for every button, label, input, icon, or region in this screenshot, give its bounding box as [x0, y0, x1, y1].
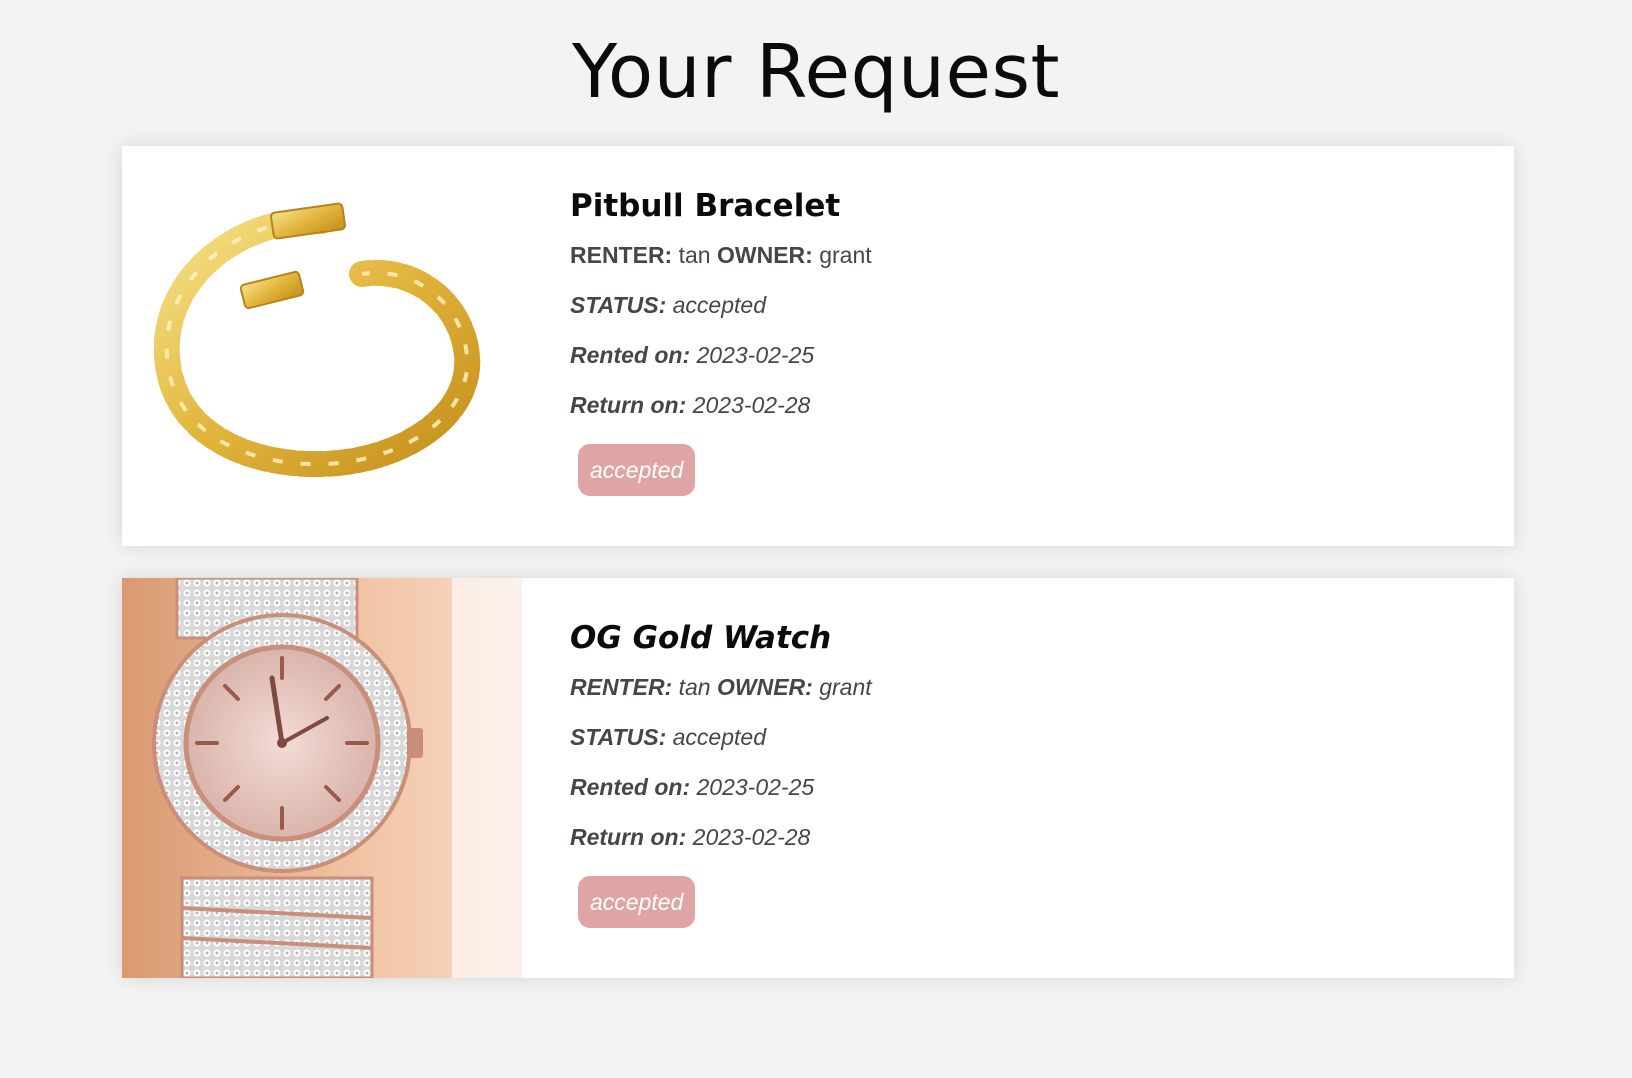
watch-image — [122, 578, 522, 978]
request-details: OG Gold Watch RENTER: tan OWNER: grant S… — [570, 616, 872, 928]
return-on-value: 2023-02-28 — [692, 392, 811, 418]
owner-label: OWNER: — [717, 242, 813, 268]
request-card: OG Gold Watch RENTER: tan OWNER: grant S… — [122, 578, 1514, 978]
request-details: Pitbull Bracelet RENTER: tan OWNER: gran… — [570, 184, 872, 496]
renter-owner-line: RENTER: tan OWNER: grant — [570, 240, 872, 290]
return-on-label: Return on: — [570, 392, 687, 418]
renter-value: tan — [678, 674, 711, 700]
return-on-label: Return on: — [570, 824, 687, 850]
rented-on-line: Rented on: 2023-02-25 — [570, 772, 872, 822]
status-badge-button[interactable]: accepted — [578, 444, 696, 496]
item-title: OG Gold Watch — [570, 620, 832, 656]
request-card: Pitbull Bracelet RENTER: tan OWNER: gran… — [122, 146, 1514, 546]
renter-owner-line: RENTER: tan OWNER: grant — [570, 672, 872, 722]
diamond-wrist-watch-icon — [122, 578, 522, 978]
rented-on-line: Rented on: 2023-02-25 — [570, 340, 872, 390]
owner-value: grant — [819, 242, 872, 268]
rented-on-value: 2023-02-25 — [696, 342, 815, 368]
renter-label: RENTER: — [570, 674, 673, 700]
return-on-line: Return on: 2023-02-28 — [570, 390, 872, 440]
request-list: Pitbull Bracelet RENTER: tan OWNER: gran… — [122, 146, 1514, 1010]
page-title: Your Request — [571, 29, 1061, 115]
item-title: Pitbull Bracelet — [570, 188, 841, 224]
rented-on-value: 2023-02-25 — [696, 774, 815, 800]
status-label: STATUS: — [570, 292, 667, 318]
owner-label: OWNER: — [717, 674, 813, 700]
status-line: STATUS: accepted — [570, 290, 872, 340]
rented-on-label: Rented on: — [570, 774, 691, 800]
rented-on-label: Rented on: — [570, 342, 691, 368]
bracelet-image — [122, 146, 522, 546]
status-badge-button[interactable]: accepted — [578, 876, 696, 928]
status-line: STATUS: accepted — [570, 722, 872, 772]
renter-value: tan — [678, 242, 711, 268]
return-on-line: Return on: 2023-02-28 — [570, 822, 872, 872]
status-value: accepted — [672, 292, 766, 318]
status-value: accepted — [672, 724, 766, 750]
return-on-value: 2023-02-28 — [692, 824, 811, 850]
renter-label: RENTER: — [570, 242, 673, 268]
status-label: STATUS: — [570, 724, 667, 750]
owner-value: grant — [819, 674, 872, 700]
gold-chain-bracelet-icon — [122, 146, 522, 546]
